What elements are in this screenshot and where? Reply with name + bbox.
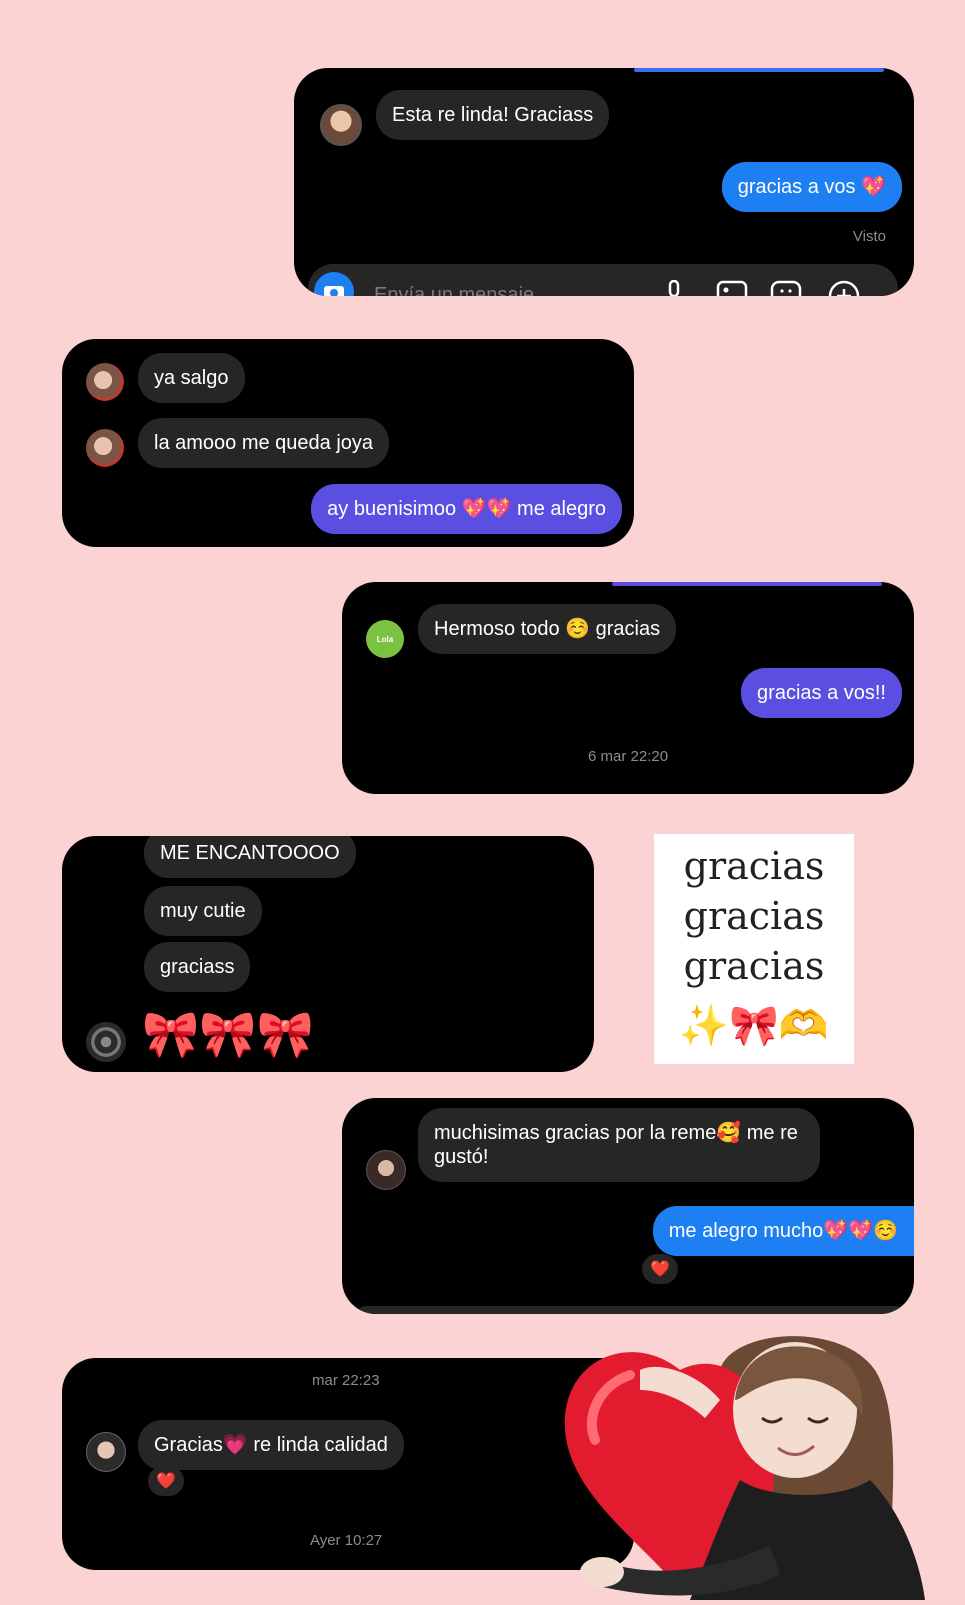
message-text: muchisimas gracias por la reme🥰 me re gu…	[434, 1122, 798, 1168]
add-icon[interactable]	[828, 280, 860, 296]
avatar[interactable]	[86, 429, 124, 467]
message-sent[interactable]: ay buenisimoo 💖💖 me alegro	[311, 484, 622, 534]
bow-emoji-message[interactable]: 🎀🎀🎀	[142, 1006, 314, 1062]
composer-bar[interactable]: Envía un mensaje...	[308, 264, 898, 296]
heart-reaction[interactable]: ❤️	[148, 1466, 184, 1496]
heart-reaction[interactable]: ❤️	[642, 1254, 678, 1284]
heart-icon: ❤️	[156, 1473, 176, 1490]
timestamp: Ayer 10:27	[310, 1532, 383, 1549]
avatar[interactable]	[86, 1432, 126, 1472]
message-received[interactable]: muchisimas gracias por la reme🥰 me re gu…	[418, 1108, 820, 1182]
chat-card-2: ya salgo la amooo me queda joya ay bueni…	[62, 339, 634, 547]
sticker-line: gracias	[683, 844, 825, 888]
message-received[interactable]: ya salgo	[138, 353, 245, 403]
timestamp: mar 22:23	[312, 1372, 380, 1389]
message-sent[interactable]: me alegro mucho💖💖☺️	[652, 1206, 914, 1256]
message-received[interactable]: muy cutie	[144, 886, 262, 936]
gallery-icon[interactable]	[716, 280, 748, 296]
chat-card-5: muchisimas gracias por la reme🥰 me re gu…	[342, 1098, 914, 1314]
avatar[interactable]: Lola	[366, 620, 404, 658]
avatar[interactable]	[86, 363, 124, 401]
composer-placeholder: Envía un mensaje...	[374, 284, 551, 296]
timestamp: 6 mar 22:20	[588, 748, 669, 765]
message-received[interactable]: la amooo me queda joya	[138, 418, 390, 468]
sticker-line: gracias	[683, 894, 825, 938]
microphone-icon[interactable]	[664, 280, 684, 296]
seen-label: Visto	[852, 228, 886, 245]
sticker-line: gracias	[683, 944, 825, 988]
chat-card-1: Esta re linda! Graciass gracias a vos 💖 …	[294, 68, 914, 296]
avatar-label: Lola	[376, 634, 394, 644]
heart-icon: ❤️	[650, 1261, 670, 1278]
message-sent[interactable]: gracias a vos!!	[741, 668, 902, 718]
gracias-sticker: gracias gracias gracias ✨🎀🫶	[654, 834, 854, 1064]
message-received[interactable]: Esta re linda! Graciass	[376, 90, 610, 140]
top-indicator	[612, 582, 882, 586]
message-received[interactable]: graciass	[144, 942, 251, 992]
message-received[interactable]: Gracias💗 re linda calidad	[138, 1420, 404, 1470]
avatar[interactable]	[366, 1150, 406, 1190]
message-sent[interactable]: gracias a vos 💖	[721, 162, 902, 212]
top-indicator	[634, 68, 884, 72]
avatar[interactable]	[320, 104, 362, 146]
camera-icon[interactable]	[314, 272, 354, 296]
sticker-icon[interactable]	[770, 280, 802, 296]
message-received[interactable]: Hermoso todo ☺️ gracias	[418, 604, 677, 654]
memoji-heart-sticker	[540, 1330, 940, 1600]
scroll-bar	[356, 1306, 906, 1314]
chat-card-4: ME ENCANTOOOO muy cutie graciass 🎀🎀🎀	[62, 836, 594, 1072]
sticker-emoji: ✨🎀🫶	[679, 1004, 829, 1048]
avatar[interactable]	[86, 1022, 126, 1062]
message-received[interactable]: ME ENCANTOOOO	[144, 836, 356, 878]
chat-card-3: Lola Hermoso todo ☺️ gracias gracias a v…	[342, 582, 914, 794]
